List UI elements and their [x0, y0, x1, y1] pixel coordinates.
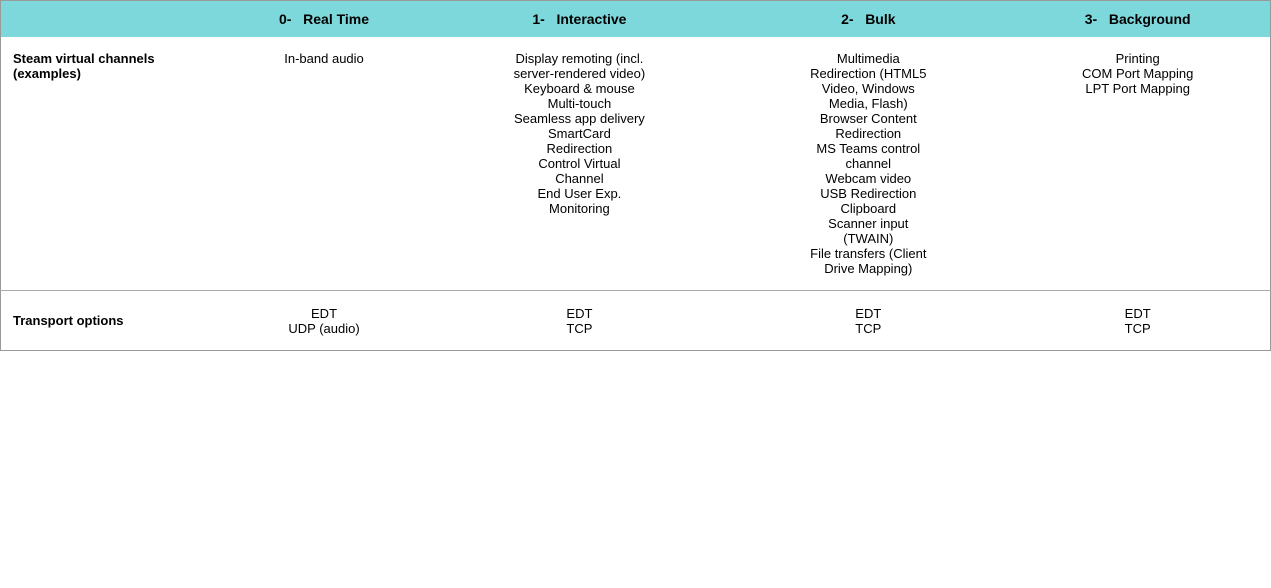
main-table: 0- Real Time 1- Interactive 2- Bulk 3- B… [0, 0, 1271, 351]
col0-label: Real Time [303, 11, 369, 27]
transport-col2-content: EDTTCP [855, 306, 881, 336]
col1-num: 1- [532, 11, 544, 27]
channels-col2: Multimedia Redirection (HTML5 Video, Win… [731, 37, 1005, 291]
channels-col1: Display remoting (incl.server-rendered v… [428, 37, 732, 291]
header-col-2: 2- Bulk [731, 1, 1005, 38]
col3-label: Background [1109, 11, 1191, 27]
transport-row-label: Transport options [1, 292, 221, 351]
channels-col3-content: Printing COM Port Mapping LPT Port Mappi… [1082, 51, 1193, 96]
col2-num: 2- [841, 11, 853, 27]
col0-num: 0- [279, 11, 291, 27]
col2-label: Bulk [865, 11, 895, 27]
channels-col0: In-band audio [221, 37, 428, 291]
col3-num: 3- [1085, 11, 1097, 27]
header-col-label [1, 1, 221, 38]
transport-col3-content: EDTTCP [1125, 306, 1151, 336]
transport-col2: EDTTCP [731, 292, 1005, 351]
channels-col1-content: Display remoting (incl.server-rendered v… [514, 51, 646, 216]
channels-row: Steam virtual channels (examples) In-ban… [1, 37, 1271, 291]
channels-row-label: Steam virtual channels (examples) [1, 37, 221, 291]
transport-col1-content: EDTTCP [566, 306, 592, 336]
header-col-3: 3- Background [1005, 1, 1270, 38]
header-col-1: 1- Interactive [428, 1, 732, 38]
channels-col3: Printing COM Port Mapping LPT Port Mappi… [1005, 37, 1270, 291]
transport-col0: EDTUDP (audio) [221, 292, 428, 351]
transport-row: Transport options EDTUDP (audio) EDTTCP … [1, 292, 1271, 351]
channels-col0-content: In-band audio [284, 51, 364, 66]
header-row: 0- Real Time 1- Interactive 2- Bulk 3- B… [1, 1, 1271, 38]
transport-col0-content: EDTUDP (audio) [288, 306, 359, 336]
col1-label: Interactive [556, 11, 626, 27]
header-col-0: 0- Real Time [221, 1, 428, 38]
transport-col1: EDTTCP [428, 292, 732, 351]
channels-col2-content: Multimedia Redirection (HTML5 Video, Win… [810, 51, 926, 276]
transport-col3: EDTTCP [1005, 292, 1270, 351]
